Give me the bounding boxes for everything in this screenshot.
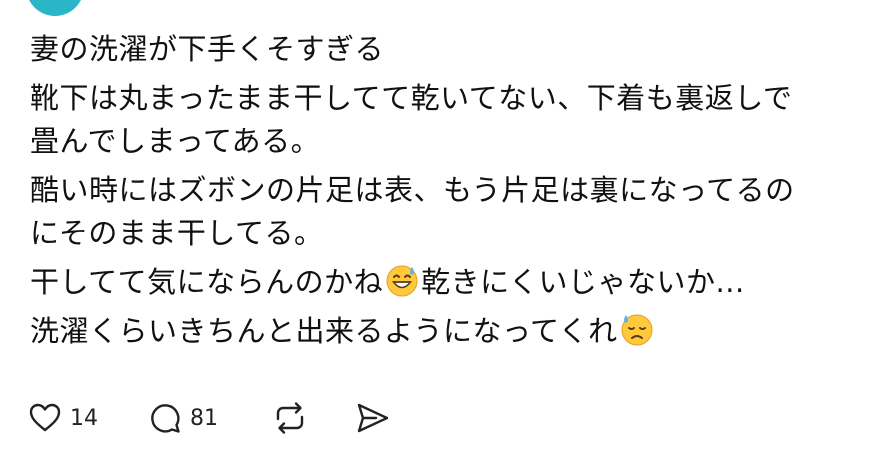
repost-icon bbox=[270, 398, 310, 438]
post-line-part: 洗濯くらいきちんと出来るようになってくれ bbox=[30, 314, 618, 348]
downcast-sweat-emoji bbox=[620, 313, 654, 347]
post-line: 酷い時にはズボンの片足は表、もう片足は裏になってるの bbox=[30, 173, 795, 207]
post-body: 妻の洗濯が下手くそすぎる 靴下は丸まったまま干してて乾いてない、下着も裏返しで … bbox=[30, 28, 850, 353]
send-icon bbox=[354, 399, 392, 437]
like-count: 14 bbox=[70, 405, 98, 431]
post-line: 畳んでしまってある。 bbox=[30, 124, 321, 158]
reply-count: 81 bbox=[190, 405, 218, 431]
heart-icon bbox=[28, 401, 62, 435]
post-line-with-emoji: 洗濯くらいきちんと出来るようになってくれ bbox=[30, 310, 850, 353]
post-line-part: 乾きにくいじゃないか... bbox=[421, 265, 745, 299]
like-button[interactable]: 14 bbox=[28, 401, 98, 435]
repost-button[interactable] bbox=[270, 398, 310, 438]
post-line: にそのまま干してる。 bbox=[30, 216, 324, 250]
post-line-part: 干してて気にならんのかね bbox=[30, 265, 384, 299]
grinning-sweat-emoji bbox=[385, 264, 419, 298]
post-line: 妻の洗濯が下手くそすぎる bbox=[30, 32, 385, 66]
speech-bubble-icon bbox=[148, 401, 182, 435]
reply-button[interactable]: 81 bbox=[148, 401, 218, 435]
post-line-with-emoji: 干してて気にならんのかね 乾きにくいじゃないか... bbox=[30, 261, 850, 304]
share-button[interactable] bbox=[354, 399, 392, 437]
post-actions: 14 81 bbox=[28, 398, 392, 438]
post-line: 靴下は丸まったまま干してて乾いてない、下着も裏返しで bbox=[30, 81, 793, 115]
avatar[interactable] bbox=[26, 0, 84, 16]
